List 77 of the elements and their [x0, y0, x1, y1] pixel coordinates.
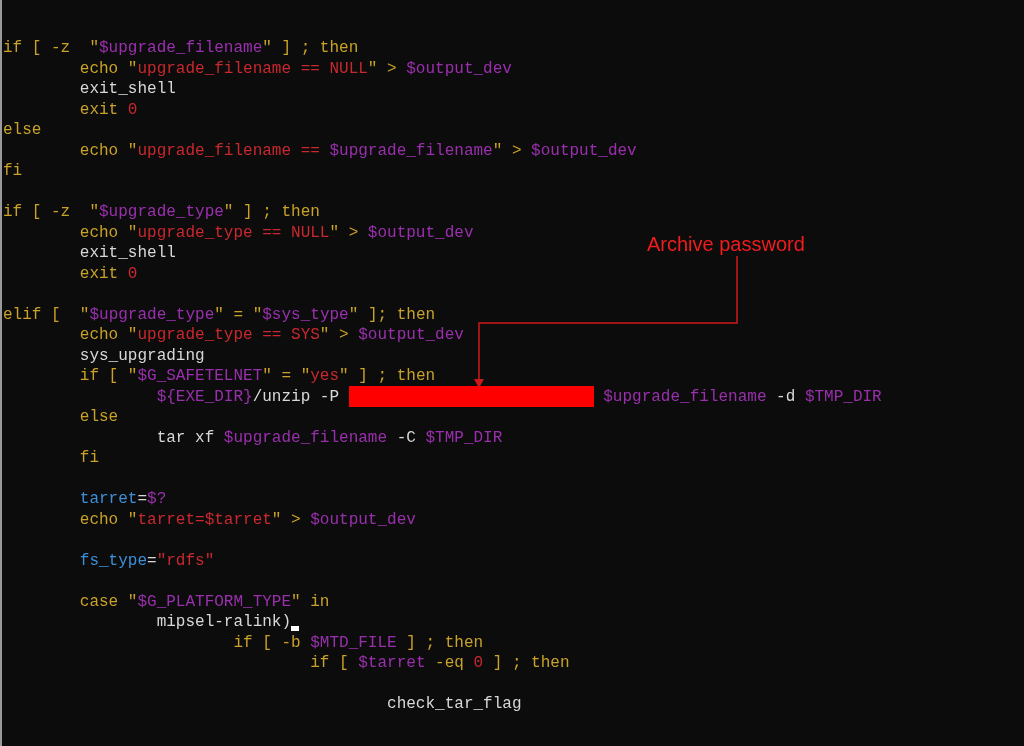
- code-token: " >: [319, 325, 350, 346]
- code-token: " in: [291, 591, 330, 612]
- code-token: 0: [127, 99, 138, 120]
- code-token: exit: [78, 99, 120, 120]
- code-token: $output_dev: [310, 509, 416, 530]
- code-token: exit_shell: [78, 243, 176, 264]
- code-token: "rdfs": [156, 550, 215, 571]
- code-token: $upgrade_filename: [223, 427, 388, 448]
- code-token: tarret=$tarret: [137, 509, 272, 530]
- code-token: echo ": [78, 509, 138, 530]
- code-token: fs_type: [78, 550, 148, 571]
- code-token: $TMP_DIR: [425, 427, 503, 448]
- code-token: 0: [127, 263, 138, 284]
- code-token: fi: [78, 448, 99, 469]
- code-token: $upgrade_filename: [329, 140, 493, 161]
- code-token: elif [ ": [3, 304, 90, 325]
- code-token: $upgrade_filename: [603, 386, 767, 407]
- code-token: " = ": [262, 366, 311, 387]
- code-token: $G_SAFETELNET: [137, 366, 263, 387]
- code-token: mipsel-ralink): [155, 612, 292, 633]
- code-token: sys_upgrading: [78, 345, 205, 366]
- code-token: else: [3, 120, 42, 141]
- code-token: $G_PLATFORM_TYPE: [137, 591, 292, 612]
- code-token: if [ ": [78, 366, 138, 387]
- code-token: $tarret: [358, 653, 426, 674]
- code-token: case ": [78, 591, 138, 612]
- code-token: check_tar_flag: [386, 694, 522, 715]
- code-token: 0: [473, 653, 484, 674]
- annotation-label: Archive password: [647, 232, 805, 257]
- code-token: ] ; then: [405, 632, 484, 653]
- code-token: " ]; then: [348, 304, 436, 325]
- code-token: " ] ; then: [223, 202, 320, 223]
- code-token: $TMP_DIR: [804, 386, 882, 407]
- code-token: exit_shell: [78, 79, 176, 100]
- code-token: ${EXE_DIR}: [155, 386, 253, 407]
- code-token: echo ": [78, 222, 138, 243]
- code-token: tar xf: [155, 427, 216, 448]
- code-token: upgrade_filename == NULL: [137, 58, 368, 79]
- code-token: fi: [3, 161, 23, 182]
- code-token: $upgrade_type: [99, 202, 224, 223]
- code-token: -d: [775, 386, 797, 407]
- code-token: ] ; then: [491, 653, 570, 674]
- code-token: $output_dev: [531, 140, 637, 161]
- code-token: $MTD_FILE: [310, 632, 397, 653]
- code-token: =: [147, 550, 157, 571]
- code-token: " = ": [214, 304, 263, 325]
- code-token: " >: [329, 222, 360, 243]
- code-token: =: [137, 489, 148, 510]
- code-token: echo ": [78, 58, 138, 79]
- code-token: $?: [147, 489, 167, 510]
- code-token: echo ": [78, 140, 138, 161]
- code-token: $output_dev: [367, 222, 474, 243]
- code-token: upgrade_type == NULL: [137, 222, 330, 243]
- code-token: else: [78, 407, 119, 428]
- code-token: -C: [395, 427, 417, 448]
- code-token: -eq: [434, 653, 465, 674]
- code-token: if [ -z ": [3, 38, 99, 59]
- code-token: echo ": [78, 325, 138, 346]
- code-token: $sys_type: [262, 304, 349, 325]
- code-token: $output_dev: [406, 58, 512, 79]
- code-token: $output_dev: [358, 325, 464, 346]
- code-token: yes: [310, 366, 340, 387]
- code-token: upgrade_filename ==: [137, 140, 321, 161]
- code-token: $upgrade_type: [89, 304, 215, 325]
- code-token: /unzip -P: [252, 386, 341, 407]
- code-token: if [ -b: [232, 632, 302, 653]
- code-token: " ] ; then: [339, 366, 436, 387]
- code-token: upgrade_type == SYS: [137, 325, 320, 346]
- code-token: exit: [78, 263, 120, 284]
- code-token: if [ -z ": [3, 202, 99, 223]
- code-token: " >: [271, 509, 302, 530]
- code-token: if [: [309, 653, 350, 674]
- code-token: " >: [367, 58, 398, 79]
- code-token: " >: [492, 140, 523, 161]
- code-token: $upgrade_filename: [99, 38, 263, 59]
- code-token: " ] ; then: [262, 38, 359, 59]
- code-token: tarret: [78, 489, 138, 510]
